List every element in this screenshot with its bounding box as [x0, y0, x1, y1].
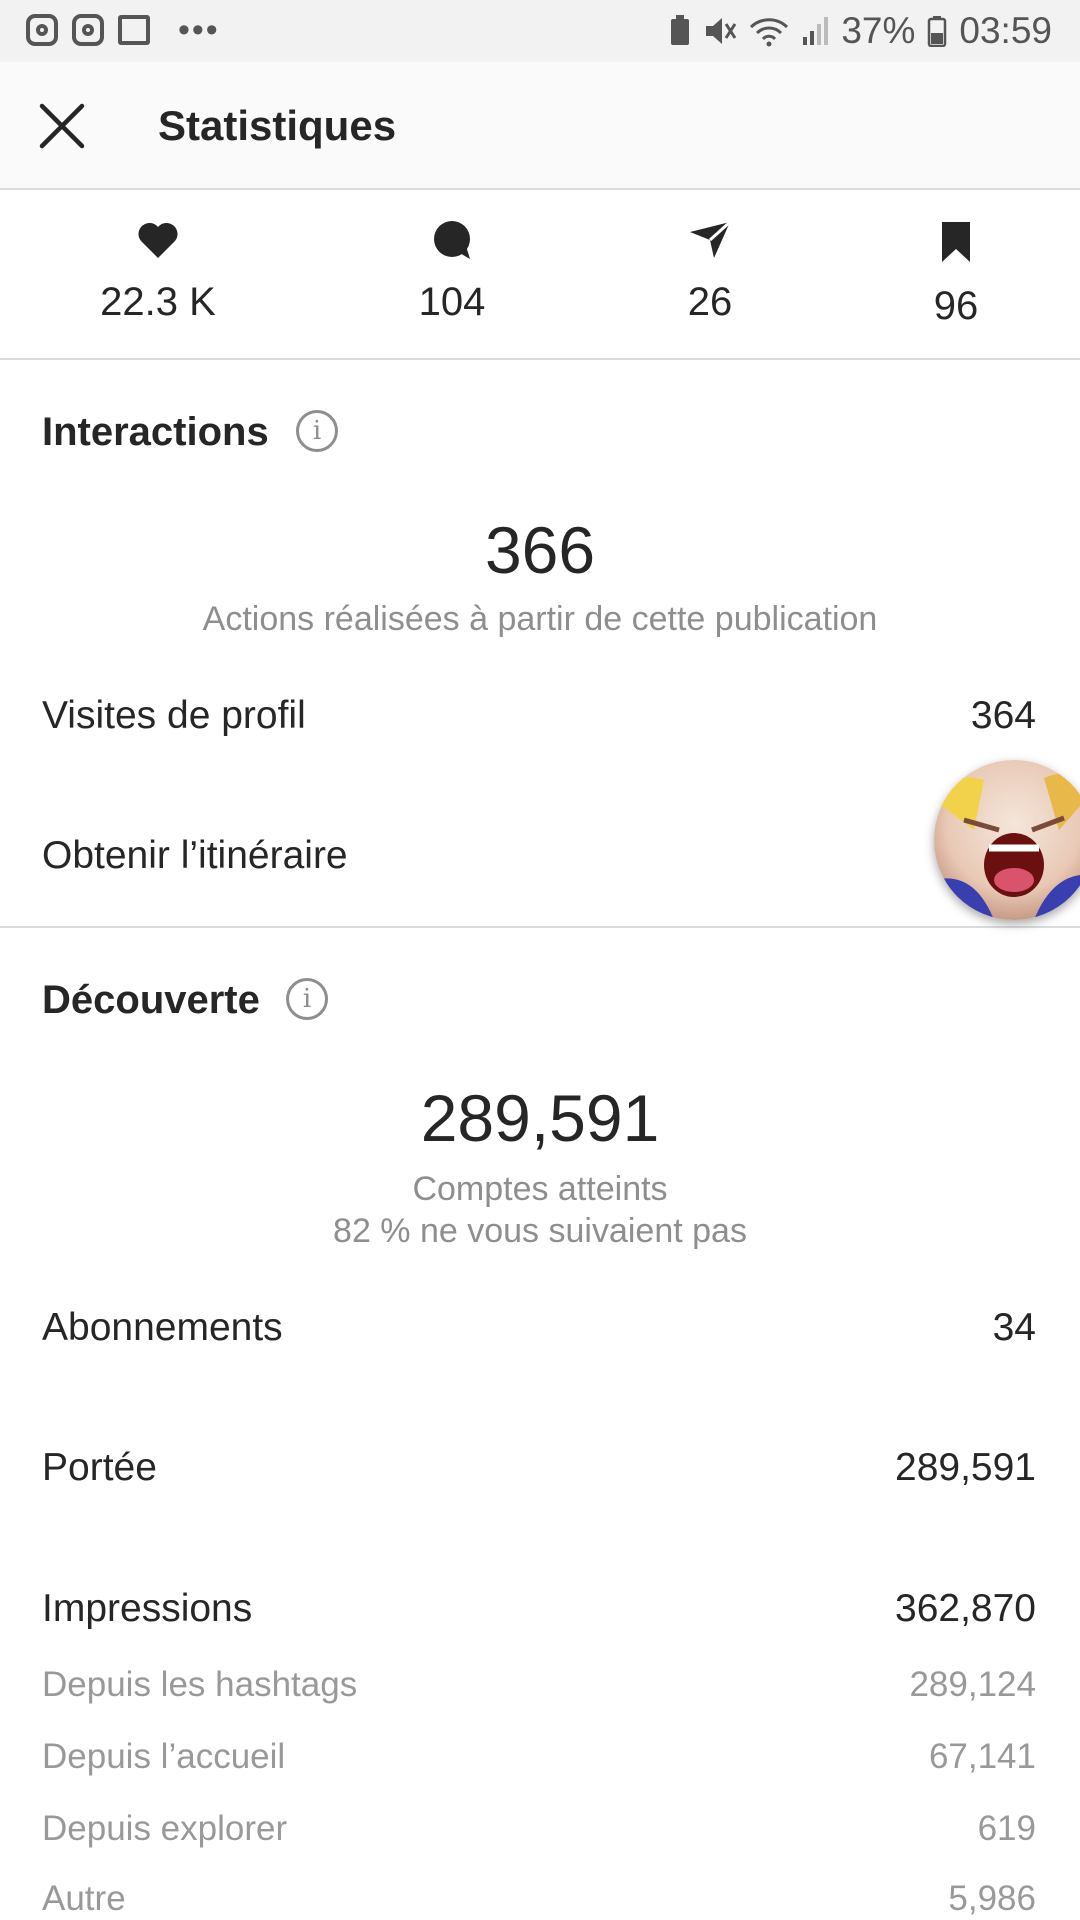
share-icon [690, 220, 732, 258]
bookmark-icon [942, 222, 970, 262]
battery-icon [928, 16, 947, 47]
system-indicators: 37% 03:59 [669, 10, 1052, 52]
saves-count: 96 [933, 284, 979, 328]
mute-icon [706, 18, 737, 44]
image-icon [118, 15, 150, 45]
shares-stat: 26 [610, 220, 810, 325]
reach-value: 289,591 [895, 1446, 1036, 1489]
post-stats-bar: 22.3 K 104 26 96 [0, 190, 1080, 360]
discovery-total: 289,591 [420, 1081, 660, 1155]
from-hashtags-value: 289,124 [909, 1665, 1036, 1704]
from-hashtags-label: Depuis les hashtags [42, 1665, 358, 1704]
more-dots-icon: ••• [178, 11, 220, 49]
instagram-icon [26, 14, 58, 46]
from-explore-label: Depuis explorer [42, 1809, 288, 1848]
other-value: 5,986 [948, 1879, 1036, 1918]
follows-value: 34 [992, 1306, 1036, 1349]
profile-visits-value: 364 [970, 694, 1036, 737]
clock: 03:59 [959, 10, 1052, 51]
comments-count: 104 [418, 280, 486, 324]
reach-label: Portée [42, 1446, 157, 1489]
comments-stat: 104 [352, 220, 552, 325]
from-explore-value: 619 [977, 1809, 1036, 1848]
discovery-title: Découverte [42, 978, 260, 1022]
wifi-icon [750, 18, 789, 47]
notification-icons: ••• [26, 11, 220, 49]
battery-saver-icon [671, 15, 690, 45]
other-label: Autre [42, 1879, 126, 1918]
saves-stat: 96 [856, 220, 1056, 329]
impressions-value: 362,870 [895, 1587, 1036, 1630]
section-divider [0, 926, 1080, 928]
info-icon[interactable]: i [286, 978, 328, 1020]
page-title: Statistiques [158, 102, 397, 149]
avatar-image [934, 760, 1080, 920]
shares-count: 26 [687, 280, 733, 324]
close-icon[interactable] [36, 100, 88, 152]
instagram-icon [72, 14, 104, 46]
likes-count: 22.3 K [100, 280, 216, 324]
from-home-label: Depuis l’accueil [42, 1737, 286, 1776]
signal-icon [803, 17, 829, 45]
accounts-reached-caption: Comptes atteints [412, 1170, 668, 1208]
get-directions-label: Obtenir l’itinéraire [42, 834, 348, 877]
interactions-total: 366 [484, 513, 596, 587]
impressions-label: Impressions [42, 1587, 253, 1630]
app-header: Statistiques [0, 62, 1080, 190]
heart-icon [138, 222, 178, 258]
non-followers-caption: 82 % ne vous suivaient pas [333, 1212, 747, 1250]
status-bar: ••• 37% 03:59 [0, 0, 1080, 62]
likes-stat: 22.3 K [58, 220, 258, 325]
follows-label: Abonnements [42, 1306, 283, 1349]
info-icon[interactable]: i [296, 410, 338, 452]
interactions-title: Interactions [42, 410, 269, 454]
comment-icon [434, 221, 470, 259]
from-home-value: 67,141 [928, 1737, 1036, 1776]
profile-visits-label: Visites de profil [42, 694, 306, 737]
interactions-caption: Actions réalisées à partir de cette publ… [202, 600, 878, 638]
battery-percent: 37% [841, 10, 916, 51]
chat-head-avatar[interactable] [934, 760, 1080, 920]
